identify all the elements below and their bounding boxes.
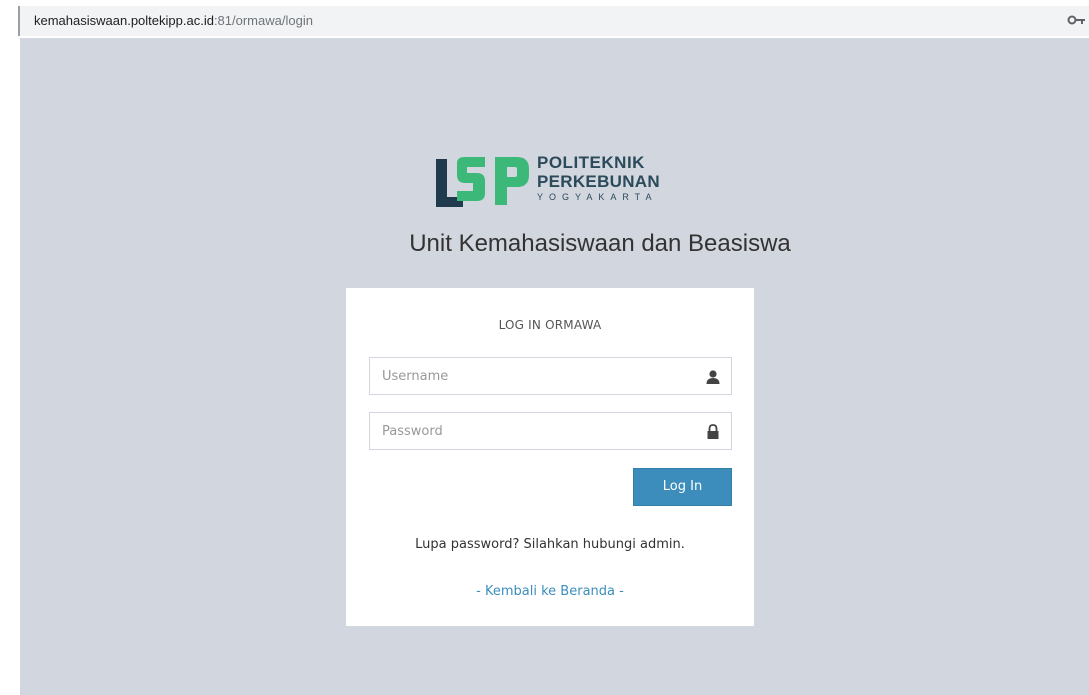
logo-line-politeknik: POLITEKNIK bbox=[537, 153, 645, 172]
username-field-wrapper bbox=[369, 357, 732, 395]
key-icon[interactable] bbox=[1067, 12, 1087, 28]
login-card: LOG IN ORMAWA Log In Lupa password? Sila… bbox=[346, 288, 754, 626]
url-path: :81/ormawa/login bbox=[213, 13, 313, 28]
logo-line-yogyakarta: YOGYAKARTA bbox=[537, 192, 658, 202]
login-title: LOG IN ORMAWA bbox=[498, 318, 602, 332]
user-icon bbox=[706, 370, 720, 384]
password-field-wrapper bbox=[369, 412, 732, 450]
logo-text: POLITEKNIK PERKEBUNAN YOGYAKARTA bbox=[537, 153, 697, 203]
institution-logo: POLITEKNIK PERKEBUNAN YOGYAKARTA bbox=[433, 153, 693, 213]
page-title: Unit Kemahasiswaan dan Beasiswa bbox=[409, 230, 791, 257]
username-input[interactable] bbox=[370, 358, 731, 394]
url-field[interactable]: kemahasiswaan.poltekipp.ac.id:81/ormawa/… bbox=[18, 6, 1089, 36]
login-button[interactable]: Log In bbox=[633, 468, 732, 506]
password-input[interactable] bbox=[370, 413, 731, 449]
url-text[interactable]: kemahasiswaan.poltekipp.ac.id:81/ormawa/… bbox=[34, 13, 313, 28]
forgot-password-text: Lupa password? Silahkan hubungi admin. bbox=[415, 537, 685, 552]
login-page: POLITEKNIK PERKEBUNAN YOGYAKARTA Unit Ke… bbox=[20, 38, 1089, 695]
back-to-home-link[interactable]: - Kembali ke Beranda - bbox=[346, 584, 754, 599]
url-host: kemahasiswaan.poltekipp.ac.id bbox=[34, 13, 214, 28]
logo-line-perkebunan: PERKEBUNAN bbox=[537, 172, 660, 191]
lock-icon bbox=[707, 424, 719, 439]
logo-mark-icon bbox=[436, 157, 529, 207]
browser-address-bar: kemahasiswaan.poltekipp.ac.id:81/ormawa/… bbox=[0, 0, 1089, 38]
